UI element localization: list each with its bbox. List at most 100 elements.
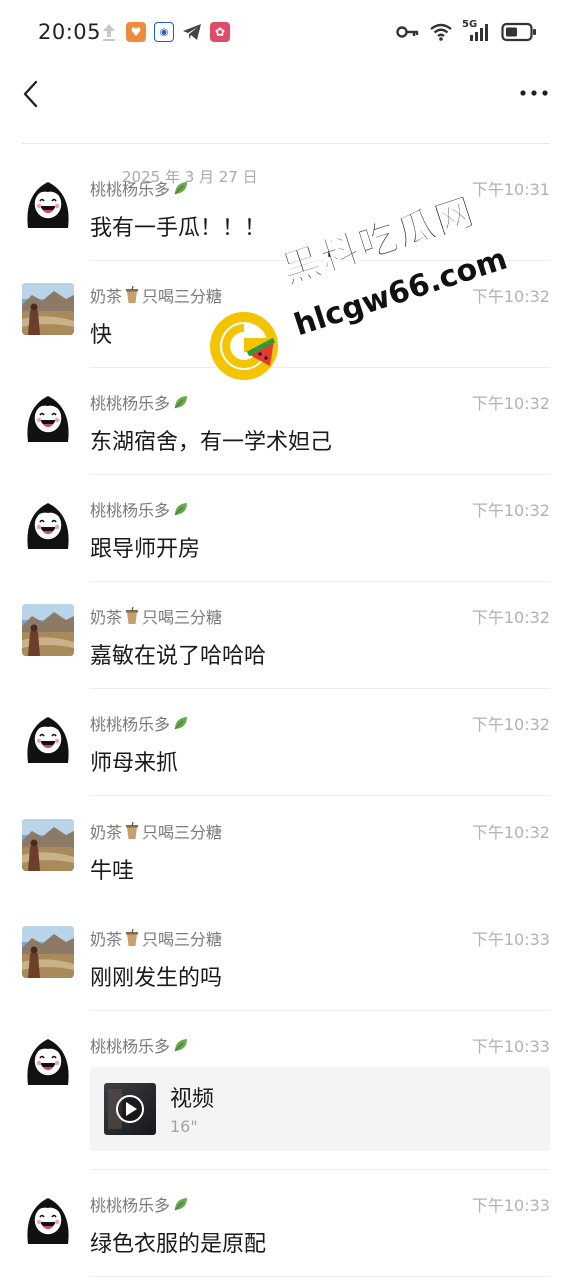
message-text[interactable]: 师母来抓 [90,745,178,777]
message-time: 下午10:31 [471,180,550,199]
notification-icons: ♥ ◉ ✿ [100,22,230,42]
back-button[interactable] [14,76,46,112]
leaf-icon [174,1039,188,1052]
girl-avatar-icon [22,497,74,549]
shield-app-icon: ♥ [126,22,146,42]
sender-label: 奶茶 [90,287,123,306]
sender-suffix: 只喝三分糖 [142,287,223,306]
message-text[interactable]: 跟导师开房 [90,531,200,563]
message-text[interactable]: 绿色衣服的是原配 [90,1226,266,1258]
sender-name[interactable]: 奶茶 只喝三分糖 [90,819,222,843]
sender-suffix: 只喝三分糖 [142,930,223,949]
sender-name[interactable]: 奶茶 只喝三分糖 [90,283,222,307]
system-icons: 5G [396,19,537,42]
sender-name[interactable]: 桃桃杨乐多 [90,176,190,200]
avatar[interactable] [22,1033,74,1085]
message-time: 下午10:33 [471,1037,550,1056]
message-time: 下午10:32 [471,823,550,842]
leaf-icon [174,717,188,730]
sender-suffix: 只喝三分糖 [142,823,223,842]
sender-label: 桃桃杨乐多 [90,1196,171,1215]
watermark: 黑料吃瓜网 hlcgw66.com [208,188,511,392]
chevron-left-icon [23,80,38,108]
sender-name[interactable]: 奶茶 只喝三分糖 [90,926,222,950]
upload-icon [103,24,115,41]
sender-label: 桃桃杨乐多 [90,180,171,199]
milk-tea-icon [126,929,139,946]
key-icon [396,26,419,38]
more-button[interactable] [517,78,551,108]
girl-avatar-icon [22,1192,74,1244]
sender-name[interactable]: 桃桃杨乐多 [90,390,190,414]
girl-avatar-icon [22,176,74,228]
sender-name[interactable]: 桃桃杨乐多 [90,1192,190,1216]
wifi-icon [430,23,452,41]
avatar[interactable] [22,390,74,442]
message-text[interactable]: 我有一手瓜！！！ [90,210,266,242]
avatar[interactable] [22,283,74,335]
game-app-icon: ✿ [210,22,230,42]
divider-line [22,142,286,144]
message-text[interactable]: 快 [90,317,112,349]
sender-label: 奶茶 [90,930,123,949]
date-divider: 2025 年 3 月 27 日 [22,132,550,186]
video-thumbnail [104,1083,156,1135]
sender-suffix: 只喝三分糖 [142,608,223,627]
status-time: 20:05 [38,20,102,44]
message-separator [90,795,550,796]
message-separator [90,688,550,689]
sender-name[interactable]: 奶茶 只喝三分糖 [90,604,222,628]
message-time: 下午10:32 [471,608,550,627]
leaf-icon [174,182,188,195]
message-separator [90,1276,550,1277]
message-separator [90,581,550,582]
message-time: 下午10:32 [471,501,550,520]
sender-name[interactable]: 桃桃杨乐多 [90,711,190,735]
avatar[interactable] [22,176,74,228]
landscape-avatar-icon [22,283,74,335]
sender-label: 桃桃杨乐多 [90,501,171,520]
nav-bar [0,66,573,122]
telegram-icon [183,24,201,40]
avatar[interactable] [22,604,74,656]
avatar[interactable] [22,1192,74,1244]
message-separator [90,260,550,261]
divider-line [286,142,550,144]
landscape-avatar-icon [22,819,74,871]
message-separator [90,1010,550,1011]
avatar[interactable] [22,819,74,871]
milk-tea-icon [126,607,139,624]
sender-name[interactable]: 桃桃杨乐多 [90,497,190,521]
message-time: 下午10:33 [471,930,550,949]
girl-avatar-icon [22,390,74,442]
message-text[interactable]: 刚刚发生的吗 [90,960,222,992]
play-icon [108,1089,144,1129]
avatar[interactable] [22,711,74,763]
avatar[interactable] [22,926,74,978]
sender-label: 桃桃杨乐多 [90,394,171,413]
message-text[interactable]: 东湖宿舍，有一学术妲己 [90,424,332,456]
sender-label: 奶茶 [90,823,123,842]
signal-icon: 5G [462,19,492,42]
message-separator [90,367,550,368]
leaf-icon [174,1198,188,1211]
girl-avatar-icon [22,711,74,763]
message-text[interactable]: 牛哇 [90,853,134,885]
watermark-title: 黑料吃瓜网 [276,188,481,293]
bank-app-icon: ◉ [154,22,174,42]
message-time: 下午10:33 [471,1196,550,1215]
message-time: 下午10:32 [471,287,550,306]
video-duration: 16" [170,1117,198,1136]
sender-label: 桃桃杨乐多 [90,715,171,734]
sender-label: 桃桃杨乐多 [90,1037,171,1056]
message-text[interactable]: 嘉敏在说了哈哈哈 [90,638,266,670]
message-separator [90,1169,550,1170]
more-dots-icon [520,90,548,96]
battery-icon [501,22,536,42]
landscape-avatar-icon [22,604,74,656]
avatar[interactable] [22,497,74,549]
sender-name[interactable]: 桃桃杨乐多 [90,1033,190,1057]
landscape-avatar-icon [22,926,74,978]
message-time: 下午10:32 [471,394,550,413]
video-message[interactable]: 视频 16" [90,1067,550,1151]
